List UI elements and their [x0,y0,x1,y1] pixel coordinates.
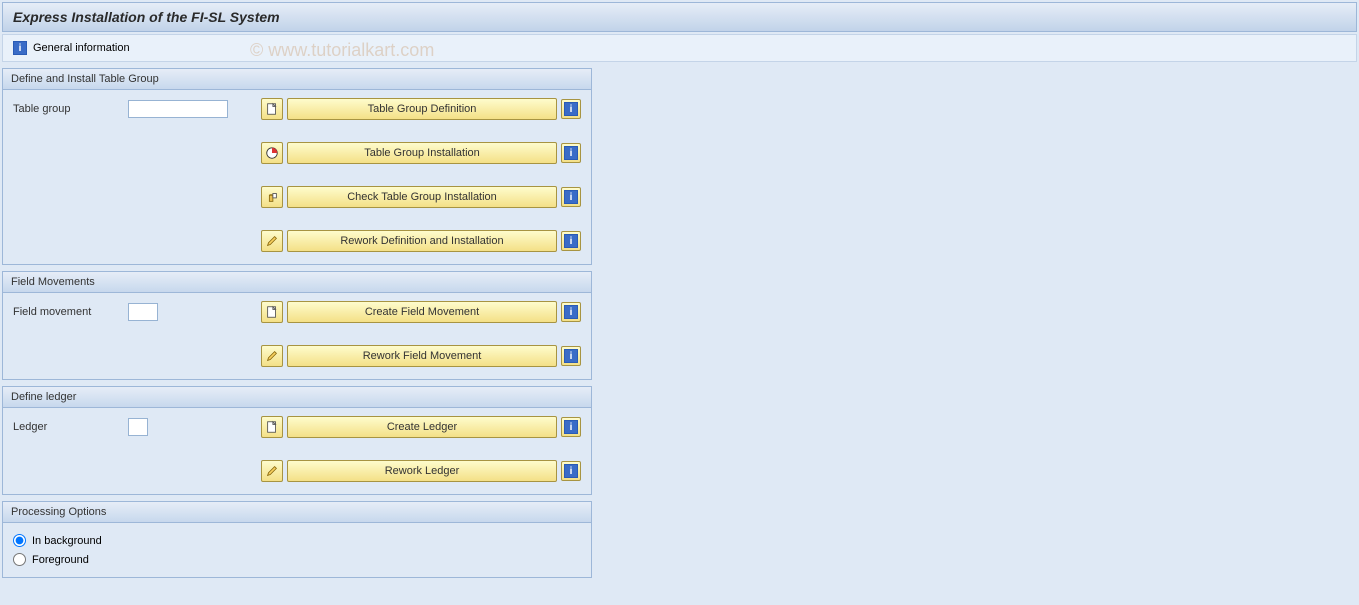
group-processing-options: Processing Options In background Foregro… [2,501,592,578]
pencil-icon[interactable] [261,345,283,367]
title-bar: Express Installation of the FI-SL System [2,2,1357,32]
create-icon[interactable] [261,98,283,120]
info-button[interactable]: i [561,346,581,366]
group-field-movements: Field Movements Field movement Create Fi… [2,271,592,380]
check-table-group-button[interactable]: Check Table Group Installation [287,186,557,208]
page-title: Express Installation of the FI-SL System [13,9,280,25]
pencil-icon[interactable] [261,230,283,252]
general-info-link[interactable]: General information [33,42,130,54]
info-icon: i [13,41,27,55]
install-icon[interactable] [261,142,283,164]
rework-definition-button[interactable]: Rework Definition and Installation [287,230,557,252]
field-movement-input[interactable] [128,303,158,321]
table-group-installation-button[interactable]: Table Group Installation [287,142,557,164]
info-button[interactable]: i [561,143,581,163]
radio-foreground-label: Foreground [32,554,89,566]
radio-in-background-label: In background [32,535,102,547]
ledger-input[interactable] [128,418,148,436]
group-table-title: Define and Install Table Group [3,69,591,90]
create-ledger-button[interactable]: Create Ledger [287,416,557,438]
info-button[interactable]: i [561,187,581,207]
create-field-movement-button[interactable]: Create Field Movement [287,301,557,323]
toolbar: i General information [2,34,1357,62]
pencil-icon[interactable] [261,460,283,482]
group-define-ledger-title: Define ledger [3,387,591,408]
info-button[interactable]: i [561,302,581,322]
create-icon[interactable] [261,416,283,438]
table-group-definition-button[interactable]: Table Group Definition [287,98,557,120]
table-group-label: Table group [13,103,128,115]
info-button[interactable]: i [561,231,581,251]
radio-foreground[interactable] [13,553,26,566]
group-processing-options-title: Processing Options [3,502,591,523]
ledger-label: Ledger [13,421,128,433]
radio-in-background[interactable] [13,534,26,547]
rework-field-movement-button[interactable]: Rework Field Movement [287,345,557,367]
table-group-input[interactable] [128,100,228,118]
group-define-ledger: Define ledger Ledger Create Ledger i [2,386,592,495]
info-button[interactable]: i [561,99,581,119]
group-field-movements-title: Field Movements [3,272,591,293]
group-table: Define and Install Table Group Table gro… [2,68,592,265]
rework-ledger-button[interactable]: Rework Ledger [287,460,557,482]
check-icon[interactable] [261,186,283,208]
create-icon[interactable] [261,301,283,323]
info-button[interactable]: i [561,461,581,481]
field-movement-label: Field movement [13,306,128,318]
info-button[interactable]: i [561,417,581,437]
